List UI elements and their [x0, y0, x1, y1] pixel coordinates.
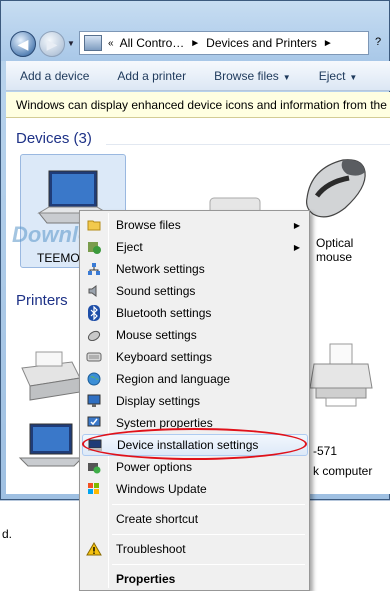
laptop-icon: [18, 423, 84, 467]
address-bar[interactable]: « All Contro… ► Devices and Printers ►: [79, 31, 369, 55]
menu-item-label: Bluetooth settings: [116, 306, 212, 320]
menu-item-label: Keyboard settings: [116, 350, 213, 364]
globe-icon: [82, 368, 106, 390]
breadcrumb-overflow-icon[interactable]: «: [108, 38, 114, 49]
eject-label: Eject: [318, 68, 346, 83]
device-label: TEEMO: [37, 251, 80, 265]
eject-icon: [82, 236, 106, 258]
update-icon: [82, 478, 106, 500]
menu-item-region-language[interactable]: Region and language: [82, 368, 308, 390]
menu-item-label: Region and language: [116, 372, 231, 386]
info-bar[interactable]: Windows can display enhanced device icon…: [6, 92, 390, 118]
device-label-partial: k computer: [313, 464, 373, 478]
menu-separator: [112, 534, 305, 535]
group-divider: [106, 144, 390, 145]
menu-item-sound-settings[interactable]: Sound settings: [82, 280, 308, 302]
menu-item-bluetooth-settings[interactable]: Bluetooth settings: [82, 302, 308, 324]
device-label: Optical mouse: [316, 236, 354, 264]
menu-item-mouse-settings[interactable]: Mouse settings: [82, 324, 308, 346]
menu-item-label: Eject: [116, 240, 143, 254]
browse-files-label: Browse files: [214, 68, 279, 83]
back-button[interactable]: ◀: [10, 31, 36, 57]
menu-item-windows-update[interactable]: Windows Update: [82, 478, 308, 500]
keyboard-icon: [82, 346, 106, 368]
add-printer-button[interactable]: Add a printer: [103, 69, 200, 83]
breadcrumb-devices-printers[interactable]: Devices and Printers: [206, 36, 317, 50]
devices-group-header[interactable]: Devices (3): [16, 130, 92, 147]
menu-item-label: System properties: [116, 416, 213, 430]
menu-item-label: Windows Update: [116, 482, 207, 496]
device-fax[interactable]: [16, 338, 86, 418]
warning-icon: [82, 538, 106, 560]
refresh-button[interactable]: ?: [373, 31, 390, 55]
fax-icon: [21, 351, 81, 401]
add-device-button[interactable]: Add a device: [6, 69, 103, 83]
menu-item-eject[interactable]: Eject ▶: [82, 236, 308, 258]
menu-item-label: Network settings: [116, 262, 205, 276]
menu-item-troubleshoot[interactable]: Troubleshoot: [82, 538, 308, 560]
control-panel-icon: [84, 35, 102, 51]
menu-item-create-shortcut[interactable]: Create shortcut: [82, 508, 308, 530]
forward-button[interactable]: ▶: [39, 31, 65, 57]
breadcrumb-all-control[interactable]: All Contro…: [120, 36, 185, 50]
mouse-icon: [82, 324, 106, 346]
menu-item-properties[interactable]: Properties: [82, 568, 308, 590]
submenu-arrow-icon: ▶: [293, 220, 300, 230]
menu-item-display-settings[interactable]: Display settings: [82, 390, 308, 412]
menu-item-label: Sound settings: [116, 284, 196, 298]
menu-item-label: Troubleshoot: [116, 542, 186, 556]
device-label-partial: -571: [313, 444, 338, 458]
dropdown-arrow-icon: ▼: [349, 72, 358, 82]
device-computer[interactable]: [16, 418, 86, 478]
submenu-arrow-icon: ▶: [293, 242, 300, 252]
menu-item-browse-files[interactable]: Browse files ▶: [82, 214, 308, 236]
menu-separator: [112, 504, 305, 505]
menu-item-label: Create shortcut: [116, 512, 199, 526]
command-bar: Add a device Add a printer Browse files ▼…: [6, 61, 390, 91]
network-icon: [82, 258, 106, 280]
menu-item-label: Display settings: [116, 394, 201, 408]
monitor-icon: [82, 390, 106, 412]
menu-item-power-options[interactable]: Power options: [82, 456, 308, 478]
menu-item-label: Properties: [116, 572, 176, 586]
menu-item-label: Browse files: [116, 218, 181, 232]
dropdown-arrow-icon: ▼: [282, 72, 291, 82]
menu-item-label: Device installation settings: [117, 438, 259, 452]
folder-icon: [82, 214, 106, 236]
eject-button[interactable]: Eject ▼: [305, 69, 372, 83]
browse-files-button[interactable]: Browse files ▼: [200, 69, 305, 83]
menu-separator: [112, 564, 305, 565]
menu-item-device-installation-settings[interactable]: Device installation settings: [82, 434, 308, 456]
computer-icon: [83, 434, 107, 456]
menu-item-label: Mouse settings: [116, 328, 197, 342]
menu-item-keyboard-settings[interactable]: Keyboard settings: [82, 346, 308, 368]
power-icon: [82, 456, 106, 478]
breadcrumb-chevron-icon[interactable]: ►: [323, 38, 333, 49]
menu-item-system-properties[interactable]: System properties: [82, 412, 308, 434]
menu-item-label: Power options: [116, 460, 193, 474]
device-printer[interactable]: [306, 340, 376, 410]
history-dropdown-icon[interactable]: ▼: [67, 39, 75, 48]
speaker-icon: [82, 280, 106, 302]
breadcrumb-chevron-icon[interactable]: ►: [190, 38, 200, 49]
printer-icon: [309, 343, 373, 407]
menu-item-network-settings[interactable]: Network settings: [82, 258, 308, 280]
context-menu: Browse files ▶ Eject ▶ Network settings …: [79, 210, 310, 591]
printers-group-header[interactable]: Printers: [16, 292, 68, 309]
bluetooth-icon: [82, 302, 106, 324]
status-text: d.: [2, 527, 13, 541]
system-icon: [82, 412, 106, 434]
